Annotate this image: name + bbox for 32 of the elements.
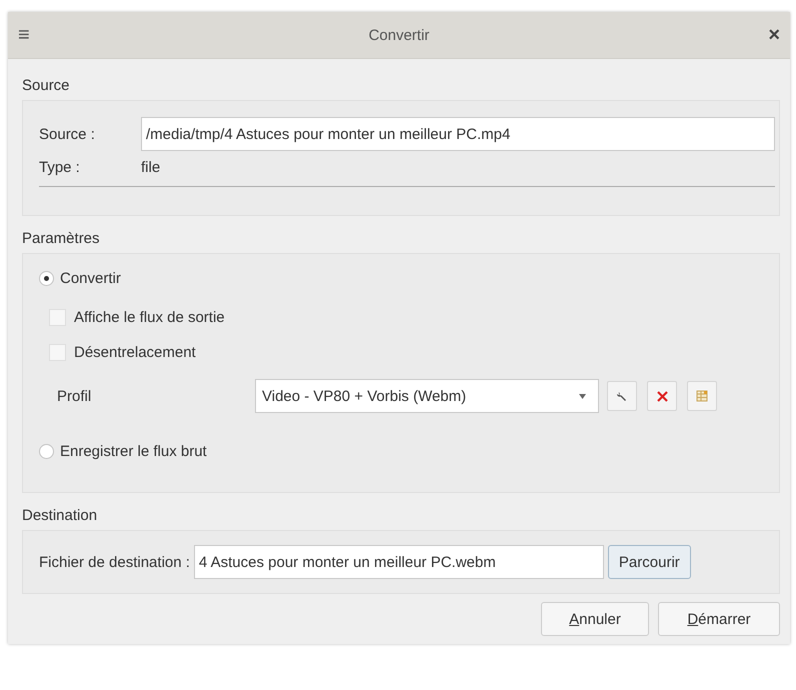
edit-profile-button[interactable]: [607, 381, 637, 411]
delete-icon: [656, 390, 668, 402]
checkbox-label: Affiche le flux de sortie: [74, 309, 225, 326]
new-profile-button[interactable]: [687, 381, 717, 411]
browse-button[interactable]: Parcourir: [608, 545, 691, 579]
radio-button[interactable]: [39, 271, 54, 286]
field-label: Source :: [39, 126, 96, 142]
dropdown-arrow-icon: [579, 394, 586, 398]
section-heading: Paramètres: [22, 230, 100, 247]
checkbox[interactable]: [49, 344, 66, 361]
checkbox[interactable]: [49, 309, 66, 326]
destination-field[interactable]: 4 Astuces pour monter un meilleur PC.webm: [194, 545, 604, 579]
source-field[interactable]: /media/tmp/4 Astuces pour monter un meilleur PC.mp4: [141, 117, 775, 151]
delete-profile-button[interactable]: [647, 381, 677, 411]
start-button[interactable]: Démarrer: [658, 602, 780, 636]
table-icon: [696, 390, 708, 402]
radio-option[interactable]: Convertir: [39, 270, 121, 287]
type-value: file: [141, 159, 160, 176]
radio-button[interactable]: [39, 444, 54, 459]
section-heading: Destination: [22, 507, 98, 524]
section-heading: Source: [22, 77, 70, 94]
close-button[interactable]: ×: [768, 24, 780, 46]
checkbox-label: Désentrelacement: [74, 344, 196, 361]
window-title: Convertir: [368, 26, 430, 44]
field-label: Fichier de destination :: [39, 554, 190, 570]
profile-dropdown[interactable]: Video - VP80 + Vorbis (Webm): [255, 379, 599, 413]
radio-label: Convertir: [60, 270, 121, 287]
field-label: Type :: [39, 159, 81, 176]
profile-label: Profil: [57, 388, 92, 404]
menu-button[interactable]: ≡: [18, 24, 30, 46]
cancel-button[interactable]: Annuler: [541, 602, 649, 636]
wrench-icon: [616, 390, 628, 402]
